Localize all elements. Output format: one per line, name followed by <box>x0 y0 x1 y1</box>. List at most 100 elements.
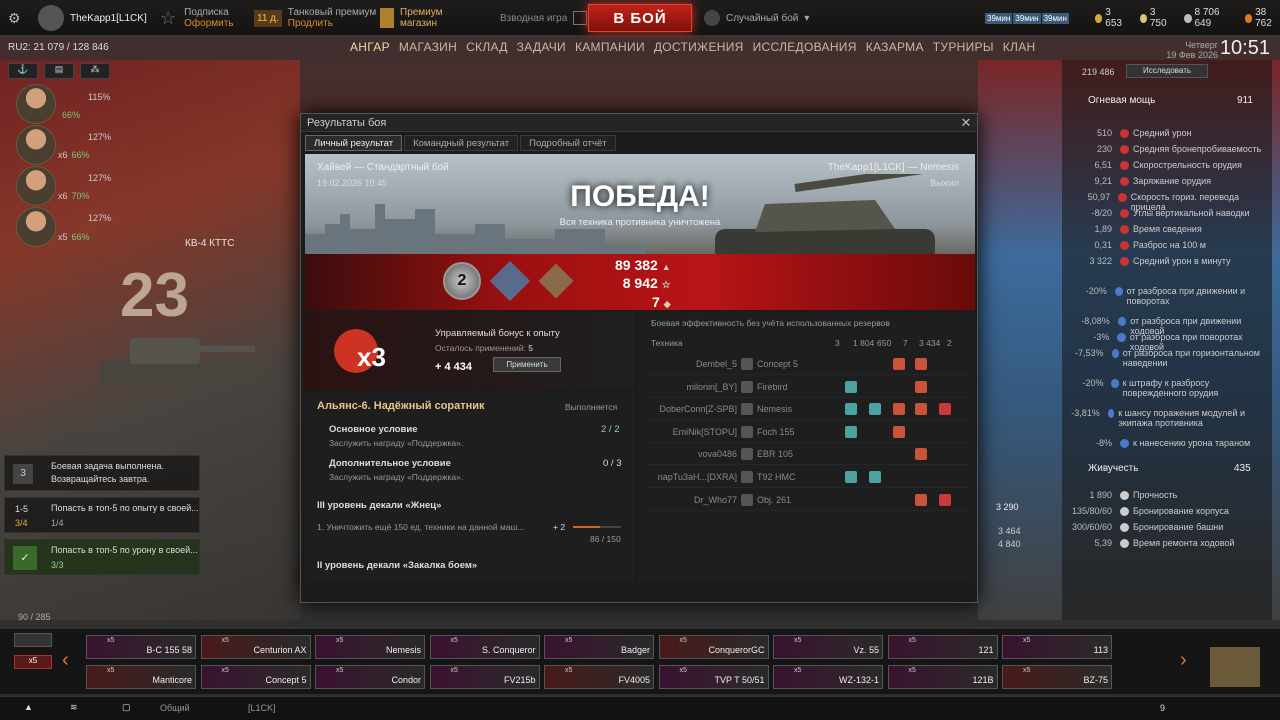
vehicle-card[interactable]: x5 Centurion AX <box>200 635 311 659</box>
quest-title[interactable]: Альянс-6. Надёжный соратник <box>317 400 485 412</box>
nav-campaigns[interactable]: КАМПАНИИ <box>575 40 645 54</box>
battle-mode-selector[interactable]: Случайный бой ▾ <box>704 0 809 36</box>
player-name: Dr_Who77 <box>693 494 737 505</box>
subscription[interactable]: ☆ Подписка Оформить <box>160 0 234 36</box>
map-mode: Хайвей — Стандартный бой <box>317 162 449 173</box>
vehicle-card[interactable]: x5 Vz. 55 <box>773 635 883 659</box>
nav-tournaments[interactable]: ТУРНИРЫ <box>933 40 994 54</box>
efficiency-row[interactable]: Dr_Who77 Obj. 261 <box>647 490 967 511</box>
chat-icon[interactable]: ▢ <box>122 702 131 713</box>
mastery-badge-icon[interactable]: 2 <box>443 262 481 300</box>
nav-depot[interactable]: СКЛАД <box>466 40 508 54</box>
decal-quest-2[interactable]: II уровень декали «Закалка боем» <box>317 560 477 571</box>
handshake-icon[interactable]: ≋ <box>70 702 78 713</box>
equipment-button[interactable]: ▤ <box>44 63 74 79</box>
survivability-title[interactable]: Живучесть <box>1088 463 1138 474</box>
tab-personal[interactable]: Личный результат <box>305 135 403 151</box>
efficiency-row[interactable]: EmiNik[STOPU] Foch 155 <box>647 422 967 443</box>
ammo-button[interactable]: ⁂ <box>80 63 110 79</box>
vehicle-card[interactable]: x5 TVP T 50/51 <box>658 665 769 689</box>
battle-button[interactable]: В БОЙ <box>588 4 692 32</box>
vehicle-card[interactable]: x5 В-С 155 58 <box>86 635 196 659</box>
friends-count[interactable]: 9 <box>1160 703 1165 713</box>
crew-button[interactable]: ⚓ <box>8 63 38 79</box>
gold-balance[interactable]: 3 653 <box>1095 7 1126 29</box>
efficiency-row[interactable]: Dembel_5 Concept 5 <box>647 354 967 375</box>
player-profile[interactable]: TheKapp1[L1CK] <box>38 0 147 36</box>
efficiency-row[interactable]: DoberConn[Z-SPB] Nemesis <box>647 399 967 421</box>
vehicle-name: Nemesis <box>757 404 793 415</box>
vehicle-card[interactable]: x5 ConquerorGC <box>658 635 769 659</box>
stat-value: -20% <box>1085 286 1107 296</box>
nav-shop[interactable]: МАГАЗИН <box>399 40 457 54</box>
free-xp-balance[interactable]: 38 762 <box>1244 7 1280 29</box>
credits-icon <box>1184 13 1192 23</box>
tab-detailed[interactable]: Подробный отчёт <box>520 135 616 151</box>
carousel-next-icon[interactable]: › <box>1180 649 1187 672</box>
effect-icon <box>915 493 927 506</box>
settings-icon[interactable]: ⚙ <box>8 0 21 36</box>
tank-type-icon <box>741 448 753 461</box>
notifications-icon[interactable]: ▲ <box>24 702 33 712</box>
premium-shop[interactable]: Премиум магазин <box>380 0 443 36</box>
vehicle-card[interactable]: x5 BZ-75 <box>1002 665 1112 689</box>
vehicle-card[interactable]: x5 S. Conqueror <box>429 635 540 659</box>
clan-channel[interactable]: [L1CK] <box>248 703 276 713</box>
close-icon[interactable]: ✕ <box>959 114 973 132</box>
credits-icon: ▲ <box>661 262 671 272</box>
player-name: Dembel_5 <box>695 359 737 369</box>
apply-bonus-button[interactable]: Применить <box>493 357 561 372</box>
vehicle-card[interactable]: x5 121B <box>887 665 998 689</box>
vehicle-card[interactable]: x5 Concept 5 <box>200 665 311 689</box>
mission-xp[interactable]: 1-5 3/4 Попасть в топ-5 по опыту в своей… <box>4 497 200 533</box>
tank-type-icon <box>741 471 753 483</box>
chat-channel[interactable]: Общий <box>160 703 190 713</box>
nav-barracks[interactable]: КАЗАРМА <box>866 40 924 54</box>
nav-clan[interactable]: КЛАН <box>1003 40 1036 54</box>
filter-button[interactable] <box>14 633 52 647</box>
crew-avatar[interactable] <box>16 84 56 124</box>
crew-avatar[interactable] <box>16 125 56 165</box>
crew-avatar[interactable] <box>16 166 56 206</box>
premium[interactable]: 11 д. Танковый премиум Продлить <box>254 0 376 36</box>
effect-icon <box>939 403 951 416</box>
platoon-button[interactable]: Взводная игра <box>500 0 588 36</box>
nav-achievements[interactable]: ДОСТИЖЕНИЯ <box>654 40 744 54</box>
nav-research[interactable]: ИССЛЕДОВАНИЯ <box>753 40 857 54</box>
vehicle-card[interactable]: x5 WZ-132-1 <box>773 665 883 689</box>
firepower-title[interactable]: Огневая мощь <box>1088 95 1155 106</box>
nav-hangar[interactable]: АНГАР <box>350 40 390 54</box>
vehicle-card[interactable]: x5 FV4005 <box>544 665 654 689</box>
decal-task-reward: + 2 <box>553 522 566 532</box>
crew-avatar[interactable] <box>16 207 56 247</box>
research-button[interactable]: Исследовать <box>1126 64 1208 78</box>
carousel-prev-icon[interactable]: ‹ <box>62 649 69 672</box>
vehicle-card[interactable]: x5 121 <box>887 635 998 659</box>
effect-icon <box>893 425 905 438</box>
tab-team[interactable]: Командный результат <box>404 135 519 151</box>
vehicle-name: FV4005 <box>618 675 650 685</box>
x5-filter-button[interactable]: x5 <box>14 655 52 669</box>
mission-sub: Возвращайтесь завтра. <box>51 474 150 484</box>
efficiency-row[interactable]: vova0486 EBR 105 <box>647 444 967 466</box>
credits-balance[interactable]: 8 706 649 <box>1184 7 1231 29</box>
vehicle-card[interactable]: x5 Manticore <box>86 665 196 689</box>
vehicle-card[interactable]: x5 113 <box>1002 635 1112 659</box>
mission-complete[interactable]: 3 Боевая задача выполнена. Возвращайтесь… <box>4 455 200 491</box>
vehicle-card[interactable]: x5 Condor <box>315 665 425 689</box>
stat-icon <box>1120 257 1129 266</box>
vehicle-card[interactable]: x5 Nemesis <box>315 635 425 659</box>
efficiency-row[interactable]: milonin[_BY] Firebird <box>647 377 967 398</box>
bonds-balance[interactable]: 3 750 <box>1139 7 1171 29</box>
date-display: Четверг 19 Фев 2026 <box>1166 40 1218 60</box>
loot-box-icon[interactable] <box>1210 647 1260 687</box>
vehicle-name: 113 <box>1093 645 1108 655</box>
nav-missions[interactable]: ЗАДАЧИ <box>517 40 566 54</box>
mission-damage[interactable]: ✓ Попасть в топ-5 по урону в своей... 3/… <box>4 539 200 575</box>
vehicle-card[interactable]: x5 Badger <box>544 635 654 659</box>
decal-quest-1[interactable]: III уровень декали «Жнец» <box>317 500 441 511</box>
x5-badge: x5 <box>450 667 458 674</box>
crew-skill: 115% <box>88 92 111 102</box>
efficiency-row[interactable]: napTu3aH...[DXRA] T92 HMC <box>647 467 967 488</box>
vehicle-card[interactable]: x5 FV215b <box>429 665 540 689</box>
